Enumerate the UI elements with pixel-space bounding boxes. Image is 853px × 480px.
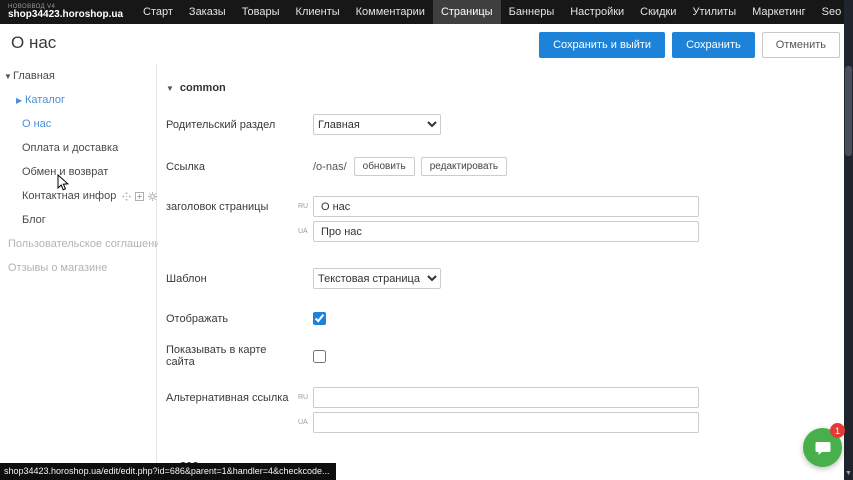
gear-icon[interactable]: [148, 192, 157, 201]
row-alt-link-ru: Альтернативная ссылка RU: [166, 387, 844, 408]
alt-link-ru-input[interactable]: [313, 387, 699, 408]
display-label: Отображать: [166, 313, 298, 325]
alt-link-label: Альтернативная ссылка: [166, 392, 298, 404]
link-label: Ссылка: [166, 161, 298, 173]
scrollbar-down-arrow[interactable]: ▼: [844, 469, 853, 479]
section-title: common: [180, 82, 226, 94]
tree-item-label: Обмен и возврат: [22, 166, 108, 178]
display-checkbox[interactable]: [313, 312, 326, 325]
lang-ua-label: UA: [298, 419, 313, 426]
row-display: Отображать: [166, 312, 844, 325]
menu-item-comments[interactable]: Комментарии: [348, 0, 433, 24]
menu-item-marketing[interactable]: Маркетинг: [744, 0, 813, 24]
alt-link-ua-input[interactable]: [313, 412, 699, 433]
menu-item-orders[interactable]: Заказы: [181, 0, 234, 24]
tree-item-label: Главная: [13, 70, 55, 82]
template-label: Шаблон: [166, 273, 298, 285]
tree-item-glavnaya[interactable]: ▼ Главная: [0, 64, 156, 88]
logo[interactable]: НОВОВВОД V4 shop34423.horoshop.ua: [0, 4, 135, 21]
chat-bubble-icon: [814, 439, 832, 457]
row-parent-section: Родительский раздел Главная: [166, 114, 844, 135]
vertical-scrollbar[interactable]: ▼: [844, 0, 853, 480]
tree-item-label: О нас: [22, 118, 51, 130]
row-alt-link-ua: UA: [166, 412, 844, 433]
menu-item-start[interactable]: Старт: [135, 0, 181, 24]
tree-item-label: Контактная инфор: [22, 190, 116, 202]
logo-domain: shop34423.horoshop.ua: [8, 10, 123, 21]
tree-item-obmen[interactable]: Обмен и возврат: [0, 160, 156, 184]
menu-item-banners[interactable]: Баннеры: [501, 0, 563, 24]
browser-status-url: shop34423.horoshop.ua/edit/edit.php?id=6…: [0, 463, 336, 480]
caret-down-icon: ▼: [166, 84, 174, 93]
menu-item-utilities[interactable]: Утилиты: [684, 0, 744, 24]
row-link: Ссылка /o-nas/ обновить редактировать: [166, 157, 844, 176]
edit-form: ▼ common Родительский раздел Главная Ссы…: [158, 64, 844, 480]
tree-item-otzyvy[interactable]: Отзывы о магазине: [0, 256, 156, 280]
page-title-ua-input[interactable]: [313, 221, 699, 242]
row-sitemap: Показывать в карте сайта: [166, 344, 844, 368]
menu-item-products[interactable]: Товары: [234, 0, 288, 24]
link-update-button[interactable]: обновить: [354, 157, 415, 176]
page-title-ru-input[interactable]: [313, 196, 699, 217]
tree-item-label: Пользовательское соглашение: [8, 238, 166, 250]
section-common[interactable]: ▼ common: [166, 82, 844, 94]
tree-item-oplata[interactable]: Оплата и доставка: [0, 136, 156, 160]
save-and-exit-button[interactable]: Сохранить и выйти: [539, 32, 665, 58]
page-title-label: заголовок страницы: [166, 201, 298, 213]
menu-item-clients[interactable]: Клиенты: [288, 0, 348, 24]
link-edit-button[interactable]: редактировать: [421, 157, 507, 176]
lang-ua-label: UA: [298, 228, 313, 235]
cancel-button[interactable]: Отменить: [762, 32, 840, 58]
scrollbar-thumb[interactable]: [845, 66, 852, 156]
lang-ru-label: RU: [298, 394, 313, 401]
link-value: /o-nas/: [313, 161, 347, 173]
page-header: О нас Сохранить и выйти Сохранить Отмени…: [0, 24, 844, 64]
menu-item-discounts[interactable]: Скидки: [632, 0, 684, 24]
template-select[interactable]: Текстовая страница: [313, 268, 441, 289]
tree-item-label: Блог: [22, 214, 46, 226]
menu-item-pages[interactable]: Страницы: [433, 0, 501, 24]
tree-item-o-nas[interactable]: О нас: [0, 112, 156, 136]
parent-section-select[interactable]: Главная: [313, 114, 441, 135]
parent-section-label: Родительский раздел: [166, 119, 298, 131]
tree-item-label: Каталог: [25, 94, 65, 106]
tree-item-label: Отзывы о магазине: [8, 262, 107, 274]
move-icon[interactable]: [122, 192, 131, 201]
row-template: Шаблон Текстовая страница: [166, 268, 844, 289]
pages-tree-sidebar: ▼ Главная ▶ Каталог О нас Оплата и доста…: [0, 64, 157, 480]
main-menu: Старт Заказы Товары Клиенты Комментарии …: [135, 0, 853, 24]
menu-item-settings[interactable]: Настройки: [562, 0, 632, 24]
tree-item-polzovatelskoe[interactable]: Пользовательское соглашение: [0, 232, 156, 256]
row-page-title-ua: UA: [166, 221, 844, 242]
header-buttons: Сохранить и выйти Сохранить Отменить: [539, 32, 840, 58]
lang-ru-label: RU: [298, 203, 313, 210]
topbar: НОВОВВОД V4 shop34423.horoshop.ua Старт …: [0, 0, 853, 24]
save-button[interactable]: Сохранить: [672, 32, 755, 58]
sitemap-checkbox[interactable]: [313, 350, 326, 363]
caret-down-icon[interactable]: ▼: [4, 72, 13, 81]
add-icon[interactable]: [135, 192, 144, 201]
row-page-title-ru: заголовок страницы RU: [166, 196, 844, 217]
chat-widget-button[interactable]: 1: [803, 428, 842, 467]
caret-right-icon[interactable]: ▶: [16, 96, 25, 105]
tree-item-blog[interactable]: Блог: [0, 208, 156, 232]
page-title: О нас: [11, 33, 56, 53]
tree-item-katalog[interactable]: ▶ Каталог: [0, 88, 156, 112]
sitemap-label: Показывать в карте сайта: [166, 344, 298, 368]
tree-item-label: Оплата и доставка: [22, 142, 118, 154]
tree-item-kontaktnaya[interactable]: Контактная инфор: [0, 184, 156, 208]
chat-unread-badge: 1: [830, 423, 845, 438]
